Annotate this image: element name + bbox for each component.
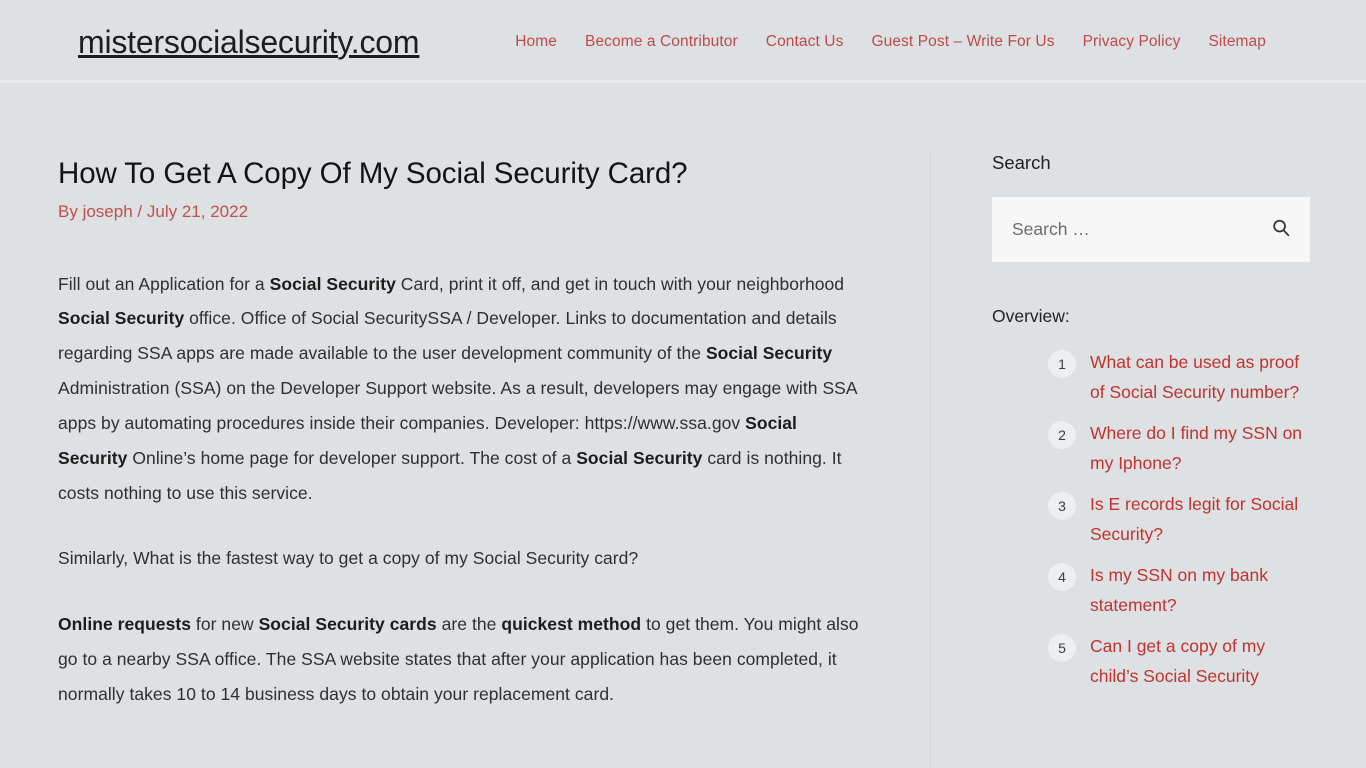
overview-label: Overview:: [992, 306, 1070, 327]
emphasis-text: Social Security: [576, 447, 703, 468]
overview-toc-list: 1 What can be used as proof of Social Sec…: [992, 347, 1310, 692]
search-form: [992, 197, 1310, 263]
paragraph-text: Similarly, What is the fastest way to ge…: [58, 548, 639, 569]
list-item: 1 What can be used as proof of Social Sec…: [1048, 347, 1310, 407]
search-submit-button[interactable]: [1266, 215, 1296, 245]
list-item: 4 Is my SSN on my bank statement?: [1048, 560, 1310, 620]
paragraph-text: Administration (SSA) on the Developer Su…: [58, 378, 857, 433]
list-item: 5 Can I get a copy of my child’s Social S…: [1048, 631, 1310, 691]
paragraph-text: Fill out an Application for a: [58, 273, 270, 294]
page-container: How To Get A Copy Of My Social Security …: [0, 83, 1366, 768]
nav-item-become-a-contributor[interactable]: Become a Contributor: [585, 33, 738, 51]
site-header: mistersocialsecurity.com Home Become a C…: [0, 0, 1366, 83]
nav-item-contact-us[interactable]: Contact Us: [766, 33, 844, 51]
post-body: Fill out an Application for a Social Sec…: [58, 267, 866, 712]
emphasis-text: Online requests: [58, 614, 192, 635]
page-title: How To Get A Copy Of My Social Security …: [58, 157, 688, 190]
paragraph-text: for new: [191, 614, 259, 635]
list-item: 2 Where do I find my SSN on my Iphone?: [1048, 418, 1310, 478]
post-author-link[interactable]: joseph: [83, 202, 133, 221]
nav-item-privacy-policy[interactable]: Privacy Policy: [1083, 33, 1181, 51]
article-content: How To Get A Copy Of My Social Security …: [0, 83, 931, 768]
emphasis-text: Social Security: [269, 273, 396, 294]
toc-number-badge: 2: [1048, 420, 1076, 449]
search-icon: [1271, 218, 1291, 241]
sidebar: Search Overview: 1 What can be used as pr…: [931, 83, 1366, 768]
emphasis-text: Social Security cards: [258, 614, 437, 635]
paragraph-text: are the: [436, 614, 502, 635]
toc-link[interactable]: What can be used as proof of Social Secu…: [1090, 347, 1310, 407]
post-meta: By joseph / July 21, 2022: [58, 201, 866, 223]
paragraph-text: Card, print it off, and get in touch wit…: [395, 273, 845, 294]
toc-link[interactable]: Where do I find my SSN on my Iphone?: [1090, 418, 1310, 478]
search-widget-title: Search: [992, 152, 1051, 173]
nav-item-home[interactable]: Home: [515, 33, 557, 51]
nav-item-guest-post[interactable]: Guest Post – Write For Us: [871, 33, 1054, 51]
emphasis-text: Social Security: [58, 308, 185, 329]
toc-link[interactable]: Is my SSN on my bank statement?: [1090, 560, 1310, 620]
toc-link[interactable]: Can I get a copy of my child’s Social Se…: [1090, 631, 1310, 691]
toc-number-badge: 3: [1048, 491, 1076, 520]
post-meta-by: By: [58, 201, 78, 221]
post-paragraph: Similarly, What is the fastest way to ge…: [58, 541, 866, 576]
post-paragraph: Online requests for new Social Security …: [58, 607, 866, 711]
toc-number-badge: 4: [1048, 563, 1076, 592]
nav-item-sitemap[interactable]: Sitemap: [1208, 33, 1266, 51]
post-date: July 21, 2022: [146, 201, 249, 221]
paragraph-text: Online’s home page for developer support…: [127, 447, 577, 468]
toc-number-badge: 1: [1048, 349, 1076, 378]
emphasis-text: quickest method: [501, 614, 642, 635]
post-paragraph: Fill out an Application for a Social Sec…: [58, 267, 866, 511]
emphasis-text: Social Security: [705, 343, 833, 364]
toc-link[interactable]: Is E records legit for Social Security?: [1090, 489, 1310, 549]
list-item: 3 Is E records legit for Social Security?: [1048, 489, 1310, 549]
post-meta-separator: /: [137, 201, 143, 221]
search-input[interactable]: [992, 197, 1310, 263]
toc-number-badge: 5: [1048, 634, 1076, 663]
site-logo[interactable]: mistersocialsecurity.com: [78, 26, 420, 58]
main-navigation: Home Become a Contributor Contact Us Gue…: [515, 33, 1266, 51]
